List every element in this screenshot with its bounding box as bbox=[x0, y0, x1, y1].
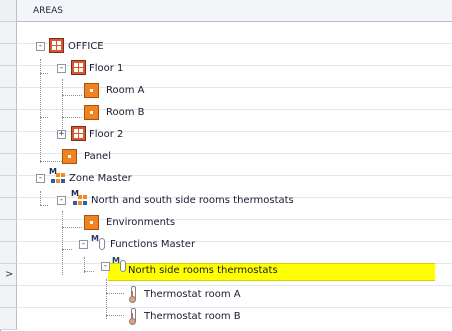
tree-connector bbox=[62, 117, 82, 118]
tree-connector bbox=[40, 73, 48, 74]
row-selector[interactable] bbox=[0, 22, 17, 44]
room-icon bbox=[84, 105, 99, 120]
tree-connector bbox=[40, 191, 41, 205]
row-selector[interactable] bbox=[0, 308, 17, 330]
room-icon bbox=[84, 83, 99, 98]
tree-connector bbox=[84, 271, 94, 272]
row-selector[interactable] bbox=[0, 88, 17, 110]
tree-connector bbox=[40, 117, 48, 118]
row-selector[interactable] bbox=[0, 198, 17, 220]
tree-label: Thermostat room A bbox=[144, 289, 241, 300]
corner-header-cell bbox=[0, 0, 17, 22]
collapse-floor-1-icon[interactable]: - bbox=[57, 63, 66, 73]
tree-label: North and south side rooms thermostats bbox=[91, 195, 294, 206]
row-selector[interactable] bbox=[0, 44, 17, 66]
row-selector[interactable] bbox=[0, 66, 17, 88]
row-selector[interactable] bbox=[0, 110, 17, 132]
row-selector[interactable] bbox=[0, 286, 17, 308]
tree-connector bbox=[106, 293, 124, 294]
thermometer-icon bbox=[127, 308, 138, 325]
tree-connector bbox=[62, 211, 63, 275]
zone-master-icon: M bbox=[49, 167, 66, 185]
row-selector[interactable] bbox=[0, 242, 17, 264]
tree-connector bbox=[40, 205, 48, 206]
tree-label: Floor 2 bbox=[89, 129, 124, 140]
tree-connector bbox=[40, 161, 62, 162]
tree-label-selected: North side rooms thermostats bbox=[128, 265, 278, 276]
floor-grid-icon bbox=[71, 126, 86, 141]
tree-label: Thermostat room B bbox=[144, 311, 241, 322]
tree-label: Panel bbox=[84, 151, 111, 162]
column-header[interactable]: AREAS bbox=[17, 0, 452, 22]
row-selector[interactable] bbox=[0, 132, 17, 154]
tree-connector bbox=[62, 227, 82, 228]
tree-row-room-b[interactable] bbox=[17, 88, 452, 110]
tree-label: Environments bbox=[106, 217, 176, 228]
collapse-north-side-icon[interactable]: - bbox=[101, 261, 110, 271]
row-selector[interactable] bbox=[0, 154, 17, 176]
functions-master-icon: M bbox=[112, 256, 127, 273]
collapse-north-south-icon[interactable]: - bbox=[57, 195, 66, 205]
row-selector[interactable] bbox=[0, 176, 17, 198]
tree-label: OFFICE bbox=[68, 41, 104, 52]
tree-connector bbox=[62, 249, 72, 250]
collapse-functions-master-icon[interactable]: - bbox=[79, 239, 88, 249]
tree-connector bbox=[62, 95, 82, 96]
row-selector-current[interactable]: > bbox=[0, 264, 17, 286]
floor-grid-icon bbox=[71, 60, 86, 75]
areas-column-title: AREAS bbox=[33, 6, 63, 16]
thermometer-icon bbox=[127, 286, 138, 303]
panel-icon bbox=[62, 149, 77, 164]
tree-label: Room A bbox=[106, 85, 145, 96]
tree-connector bbox=[106, 315, 124, 316]
tree-label: Functions Master bbox=[110, 239, 196, 250]
row-selector[interactable] bbox=[0, 220, 17, 242]
tree-label: Floor 1 bbox=[89, 63, 124, 74]
collapse-office-icon[interactable]: - bbox=[36, 41, 45, 51]
area-grid-icon bbox=[49, 38, 64, 53]
tree-connector bbox=[40, 59, 41, 163]
collapse-zone-master-icon[interactable]: - bbox=[36, 173, 45, 183]
functions-master-icon: M bbox=[91, 234, 106, 251]
areas-tree-grid: { "header": {"title": "AREAS"}, "rows": … bbox=[0, 0, 452, 331]
tree-label: Room B bbox=[106, 107, 145, 118]
current-row-arrow-icon: > bbox=[5, 269, 14, 280]
zone-master-icon: M bbox=[71, 189, 88, 207]
environments-icon bbox=[84, 215, 99, 230]
tree-label: Zone Master bbox=[69, 173, 132, 184]
tree-connector bbox=[106, 279, 107, 319]
tree-connector bbox=[62, 79, 63, 131]
row-selector-column: > bbox=[0, 0, 17, 331]
expand-floor-2-icon[interactable]: + bbox=[57, 129, 66, 139]
